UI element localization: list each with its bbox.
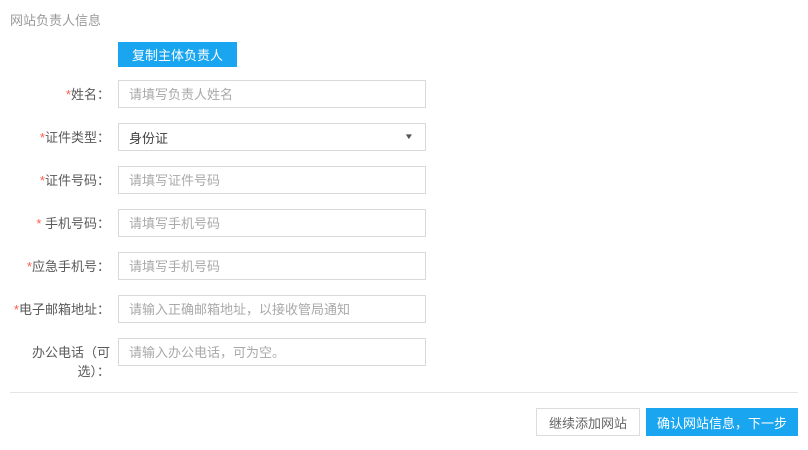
chevron-down-icon: ▼: [403, 132, 415, 141]
cert-number-input[interactable]: [118, 166, 426, 194]
cert-type-label: *证件类型：: [10, 123, 110, 147]
email-input[interactable]: [118, 295, 426, 323]
mobile-input[interactable]: [118, 209, 426, 237]
copy-principal-button[interactable]: 复制主体负责人: [118, 42, 238, 67]
field-label-text: 证件类型：: [44, 130, 110, 145]
form-row-office-phone: 办公电话（可选）：: [10, 338, 798, 381]
form: *姓名： *证件类型： 身份证 ▼ *证件号码： * 手机号码： *应急手机号：…: [10, 80, 798, 381]
footer-divider: [10, 392, 798, 393]
page-title: 网站负责人信息: [10, 13, 102, 28]
field-label-text: 办公电话（可选）：: [31, 345, 110, 379]
emergency-mobile-input[interactable]: [118, 252, 426, 280]
emergency-mobile-label: *应急手机号：: [10, 252, 110, 276]
confirm-site-info-next-button[interactable]: 确认网站信息，下一步: [645, 408, 798, 436]
cert-type-select[interactable]: 身份证 ▼: [118, 123, 426, 151]
copy-button-row: 复制主体负责人: [118, 42, 798, 67]
form-row-email: *电子邮箱地址：: [10, 295, 798, 323]
form-row-emergency-mobile: *应急手机号：: [10, 252, 798, 280]
field-label-text: 应急手机号：: [31, 259, 110, 274]
name-label: *姓名：: [10, 80, 110, 104]
required-asterisk: *: [36, 216, 45, 231]
cert-type-selected-value: 身份证: [129, 130, 169, 146]
form-row-name: *姓名：: [10, 80, 798, 108]
office-phone-input[interactable]: [118, 338, 426, 366]
field-label-text: 电子邮箱地址：: [18, 302, 110, 317]
field-label-text: 手机号码：: [44, 216, 110, 231]
field-label-text: 证件号码：: [44, 173, 110, 188]
continue-add-site-button[interactable]: 继续添加网站: [535, 408, 640, 436]
cert-number-label: *证件号码：: [10, 166, 110, 190]
website-principal-form-page: 网站负责人信息 复制主体负责人 *姓名： *证件类型： 身份证 ▼ *证件号码：…: [0, 0, 808, 450]
footer-actions: 继续添加网站 确认网站信息，下一步: [535, 408, 798, 436]
form-row-cert-number: *证件号码：: [10, 166, 798, 194]
name-input[interactable]: [118, 80, 426, 108]
office-phone-label: 办公电话（可选）：: [10, 338, 110, 381]
form-row-cert-type: *证件类型： 身份证 ▼: [10, 123, 798, 151]
email-label: *电子邮箱地址：: [10, 295, 110, 319]
form-row-mobile: * 手机号码：: [10, 209, 798, 237]
field-label-text: 姓名：: [70, 87, 110, 102]
mobile-label: * 手机号码：: [10, 209, 110, 233]
